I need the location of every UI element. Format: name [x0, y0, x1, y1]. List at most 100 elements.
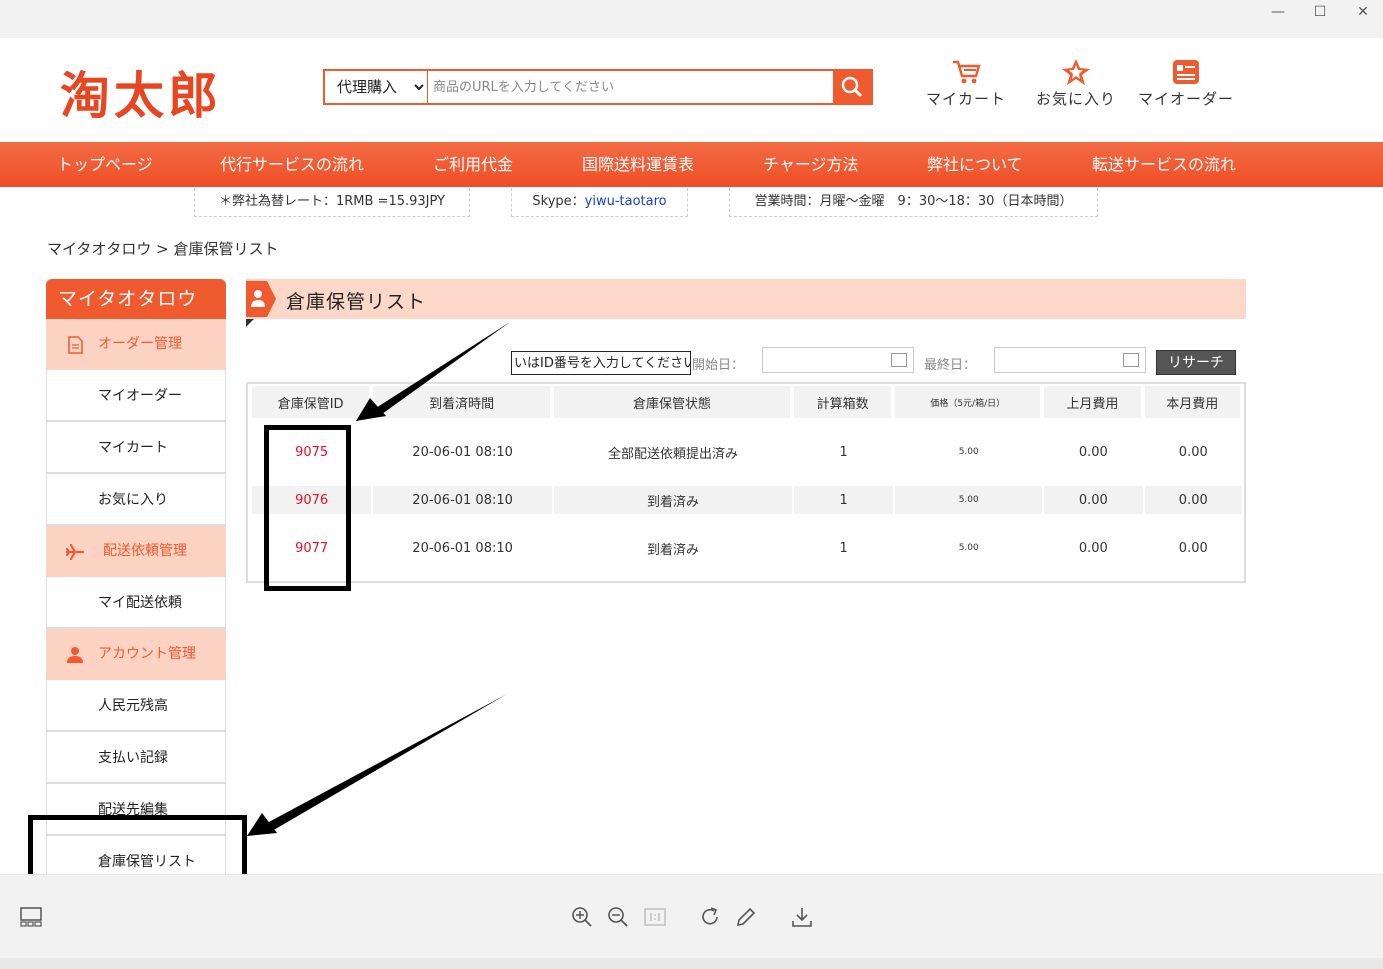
sidebar-section-orders[interactable]: オーダー管理 — [46, 319, 226, 370]
user-icon — [251, 290, 265, 307]
table-row: 9077 20-06-01 08:10 到着済み 1 5.00 0.00 0.0… — [252, 514, 1242, 582]
skype-link[interactable]: yiwu-taotaro — [585, 194, 667, 209]
zoom-in-icon[interactable] — [570, 905, 594, 929]
close-icon[interactable]: ✕ — [1351, 4, 1375, 20]
airplane-icon — [66, 543, 84, 561]
user-icon — [67, 647, 83, 663]
sidebar: マイタオタロウ オーダー管理 マイオーダー マイカート お気に入り 配送依頼管理… — [46, 279, 226, 888]
image-viewer-toolbar — [0, 874, 1383, 958]
table-cell: 到着済み — [553, 486, 793, 514]
business-hours-info: 営業時間：月曜～金曜 9：30～18：30（日本時間） — [729, 188, 1098, 217]
table-cell: 全部配送依頼提出済み — [608, 446, 739, 462]
actual-size-icon[interactable] — [643, 905, 667, 929]
search-type-select[interactable]: 代理購入 — [325, 71, 428, 103]
nav-service-flow[interactable]: 代行サービスの流れ — [220, 142, 364, 187]
table-cell: 20-06-01 08:10 — [373, 486, 552, 514]
sidebar-section-label: アカウント管理 — [98, 646, 196, 662]
sidebar-section-shipping[interactable]: 配送依頼管理 — [46, 526, 226, 577]
header-favorites-link[interactable]: お気に入り — [1036, 58, 1116, 109]
table-row: 9075 20-06-01 08:10 全部配送依頼提出済み 1 5.00 0.… — [252, 418, 1242, 486]
nav-shipping-rates[interactable]: 国際送料運賃表 — [582, 142, 694, 187]
table-cell: 5.00 — [958, 447, 979, 457]
table-cell: 到着済み — [647, 542, 700, 558]
skype-info: Skype：yiwu-taotaro — [511, 188, 688, 217]
site-header: 淘太郎 代理購入 マイカート お気に入り — [0, 38, 1383, 142]
table-row: 9076 20-06-01 08:10 到着済み 1 5.00 0.00 0.0… — [252, 486, 1242, 514]
table-cell: 0.00 — [1178, 540, 1208, 556]
end-date-label: 最終日： — [924, 358, 977, 373]
search-button[interactable] — [833, 71, 871, 103]
nav-forwarding-flow[interactable]: 転送サービスの流れ — [1092, 142, 1236, 187]
calendar-icon — [1123, 353, 1139, 367]
cart-icon — [953, 60, 981, 84]
main-nav: トップページ 代行サービスの流れ ご利用代金 国際送料運賃表 チャージ方法 弊社… — [0, 142, 1383, 187]
window-titlebar: — ☐ ✕ — [0, 0, 1383, 38]
table-cell: 5.00 — [958, 543, 979, 553]
page-title: 倉庫保管リスト — [286, 291, 427, 313]
sidebar-item-my-shipping[interactable]: マイ配送依頼 — [46, 577, 226, 629]
annotation-box-ids — [264, 425, 351, 591]
exchange-rate-info: ＊弊社為替レート：1RMB =15.93JPY — [194, 188, 470, 217]
sidebar-item-my-orders[interactable]: マイオーダー — [46, 370, 226, 422]
site-logo[interactable]: 淘太郎 — [60, 56, 222, 128]
header-cart-link[interactable]: マイカート — [926, 58, 1006, 109]
table-cell: 0.00 — [1144, 486, 1242, 514]
id-search-input[interactable] — [511, 351, 691, 375]
header-orders-label: マイオーダー — [1138, 90, 1235, 108]
col-header: 倉庫保管状態 — [553, 386, 793, 418]
header-favorites-label: お気に入り — [1036, 90, 1117, 108]
end-date-input[interactable] — [994, 347, 1146, 373]
search-input[interactable] — [429, 71, 833, 103]
page-title-bar: 倉庫保管リスト — [246, 279, 1246, 319]
zoom-out-icon[interactable] — [606, 905, 630, 929]
research-button[interactable]: リサーチ — [1156, 350, 1236, 375]
table-cell: 1 — [839, 444, 848, 460]
calendar-icon — [891, 353, 907, 367]
minimize-icon[interactable]: — — [1266, 4, 1290, 20]
nav-charge-method[interactable]: チャージ方法 — [763, 142, 859, 187]
table-cell: 1 — [794, 486, 894, 514]
table-cell: 0.00 — [1078, 540, 1108, 556]
header-cart-label: マイカート — [926, 90, 1007, 108]
maximize-icon[interactable]: ☐ — [1308, 4, 1332, 20]
col-header: 倉庫保管ID — [252, 386, 372, 418]
table-header-row: 倉庫保管ID 到着済時間 倉庫保管状態 計算箱数 価格（5元/箱/日） 上月費用… — [252, 386, 1242, 418]
sidebar-section-label: オーダー管理 — [98, 336, 182, 352]
table-cell: 5.00 — [895, 486, 1043, 514]
title-corner — [246, 319, 254, 327]
table-cell: 0.00 — [1044, 486, 1143, 514]
document-icon — [68, 336, 83, 354]
table-cell: 20-06-01 08:10 — [412, 540, 513, 556]
nav-pricing[interactable]: ご利用代金 — [433, 142, 513, 187]
table-cell: 1 — [839, 540, 848, 556]
sidebar-item-my-cart[interactable]: マイカート — [46, 422, 226, 474]
sidebar-item-favorites[interactable]: お気に入り — [46, 474, 226, 526]
sidebar-section-label: 配送依頼管理 — [103, 543, 187, 559]
skype-label: Skype： — [532, 194, 585, 209]
download-icon[interactable] — [790, 905, 814, 929]
search-icon — [841, 76, 862, 97]
col-header: 到着済時間 — [373, 386, 552, 418]
edit-pencil-icon[interactable] — [734, 905, 758, 929]
warehouse-table-grid: 倉庫保管ID 到着済時間 倉庫保管状態 計算箱数 価格（5元/箱/日） 上月費用… — [250, 386, 1244, 582]
nav-about[interactable]: 弊社について — [927, 142, 1023, 187]
table-cell: 0.00 — [1078, 444, 1108, 460]
sidebar-section-account[interactable]: アカウント管理 — [46, 629, 226, 680]
annotation-arrowhead-sidebar — [247, 813, 277, 836]
sidebar-item-rmb-balance[interactable]: 人民元残高 — [46, 680, 226, 732]
col-header: 価格（5元/箱/日） — [895, 386, 1043, 418]
order-list-icon — [1173, 60, 1199, 84]
sidebar-item-payment-history[interactable]: 支払い記録 — [46, 732, 226, 784]
start-date-input[interactable] — [762, 347, 914, 373]
breadcrumb: マイタオタロウ > 倉庫保管リスト — [47, 240, 279, 258]
search-bar: 代理購入 — [323, 69, 873, 105]
bottom-strip — [0, 958, 1383, 969]
nav-top[interactable]: トップページ — [57, 142, 153, 187]
rotate-icon[interactable] — [698, 905, 722, 929]
warehouse-table: 倉庫保管ID 到着済時間 倉庫保管状態 計算箱数 価格（5元/箱/日） 上月費用… — [246, 382, 1246, 583]
sidebar-title: マイタオタロウ — [46, 279, 226, 319]
annotation-arrow-shaft-sidebar — [267, 694, 507, 831]
thumbnail-icon[interactable] — [19, 905, 43, 929]
header-orders-link[interactable]: マイオーダー — [1138, 58, 1234, 109]
table-cell: 20-06-01 08:10 — [412, 444, 513, 460]
